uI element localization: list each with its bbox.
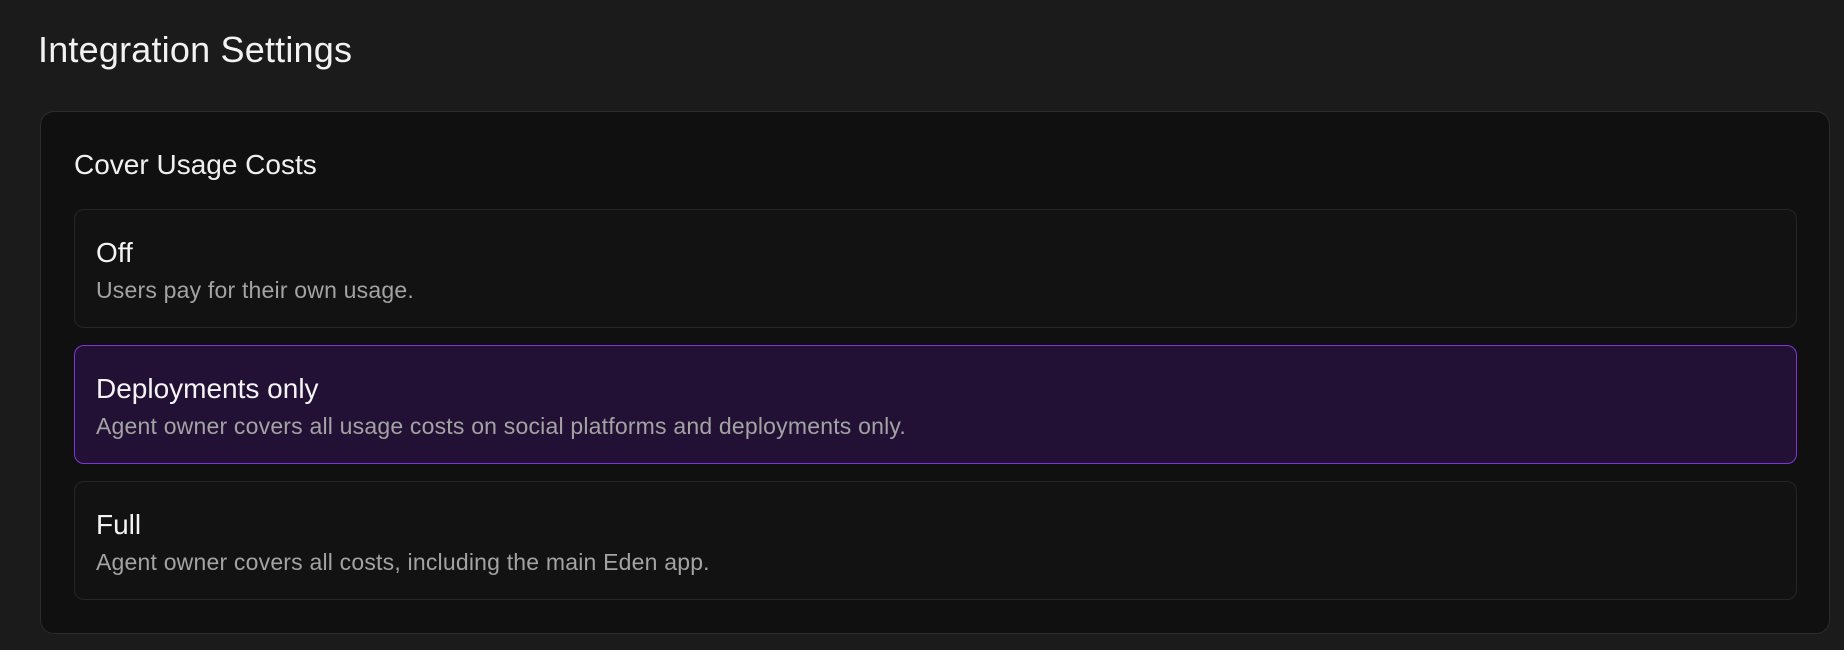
section-title: Cover Usage Costs	[74, 149, 317, 180]
option-title: Off	[96, 237, 133, 268]
option-deployments-only[interactable]: Deployments only Agent owner covers all …	[74, 345, 1797, 464]
page-title: Integration Settings	[38, 29, 353, 70]
integration-settings-page: Integration Settings Cover Usage Costs O…	[0, 0, 1844, 650]
option-description: Agent owner covers all costs, including …	[96, 549, 710, 575]
cover-usage-options: Off Users pay for their own usage. Deplo…	[74, 209, 1797, 617]
option-description: Users pay for their own usage.	[96, 277, 414, 303]
cover-usage-costs-panel: Cover Usage Costs Off Users pay for thei…	[40, 111, 1830, 634]
option-title: Deployments only	[96, 373, 319, 404]
option-title: Full	[96, 509, 142, 540]
option-full[interactable]: Full Agent owner covers all costs, inclu…	[74, 481, 1797, 600]
option-off[interactable]: Off Users pay for their own usage.	[74, 209, 1797, 328]
option-description: Agent owner covers all usage costs on so…	[96, 413, 906, 439]
